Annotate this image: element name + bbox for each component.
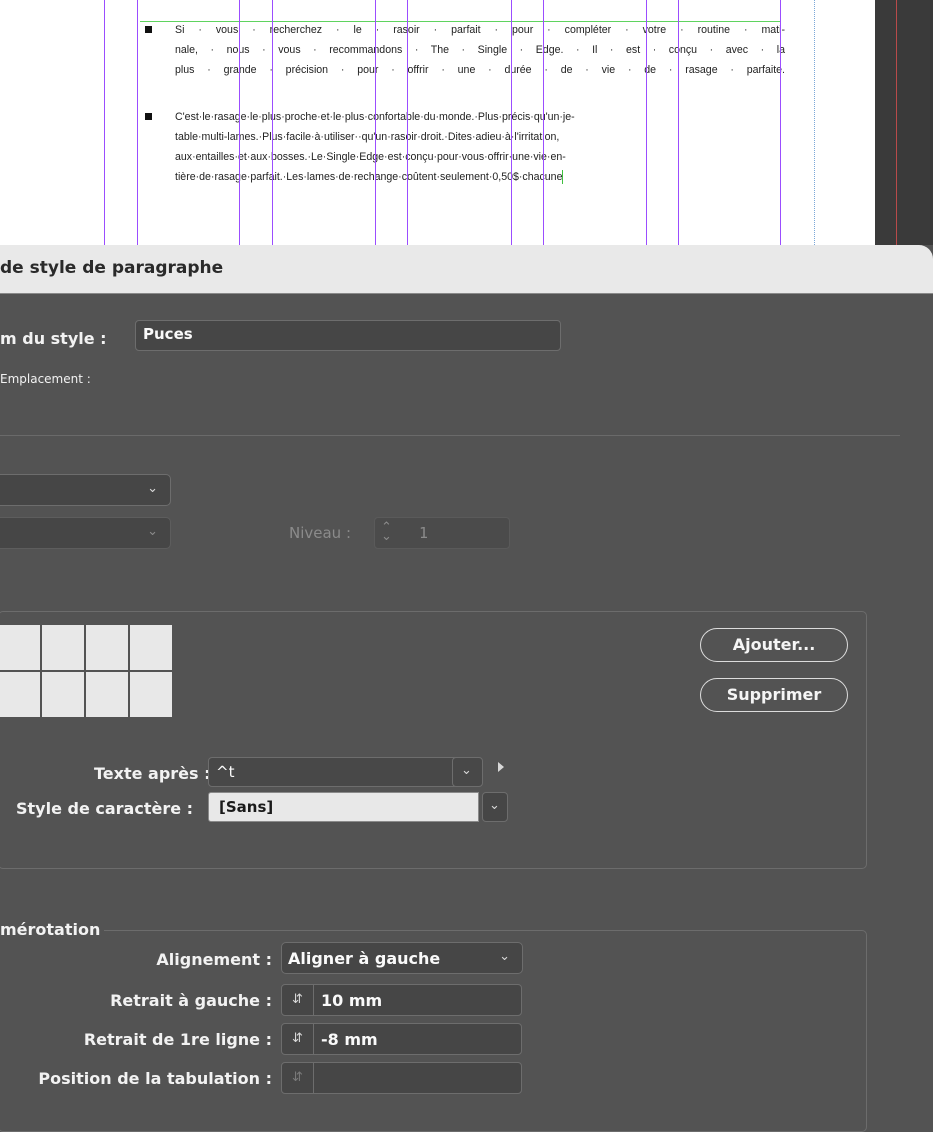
alignment-select[interactable]: Aligner à gauche ⌄ bbox=[281, 942, 523, 974]
bullet-paragraph[interactable]: Si · vous · recherchez · le · rasoir · p… bbox=[140, 20, 785, 80]
first-line-indent-label: Retrait de 1re ligne : bbox=[83, 1030, 272, 1049]
style-name-input[interactable]: Puces bbox=[135, 320, 561, 351]
chevron-down-icon: ⌄ bbox=[489, 798, 500, 813]
column-guide bbox=[780, 0, 781, 245]
text-line: aux·entailles·et·aux·bosses.·Le·Single·E… bbox=[175, 151, 566, 163]
level-stepper: ⌃ ⌄ 1 bbox=[374, 517, 510, 549]
document-page[interactable]: Si · vous · recherchez · le · rasoir · p… bbox=[0, 0, 875, 260]
first-line-indent-input[interactable]: ⇵ -8 mm bbox=[281, 1023, 522, 1055]
page-edge-guide bbox=[814, 0, 815, 245]
left-indent-label: Retrait à gauche : bbox=[110, 991, 272, 1010]
level-label: Niveau : bbox=[289, 524, 352, 542]
bleed-guide bbox=[896, 0, 897, 260]
text-line: Si · vous · recherchez · le · rasoir · p… bbox=[175, 24, 785, 36]
level-value: 1 bbox=[419, 524, 429, 542]
column-guide bbox=[104, 0, 105, 245]
column-guide bbox=[137, 0, 138, 245]
bullet-glyph bbox=[145, 113, 152, 120]
text-after-label: Texte après : bbox=[94, 764, 211, 783]
left-indent-value: 10 mm bbox=[321, 991, 383, 1010]
column-guide bbox=[511, 0, 512, 245]
document-canvas[interactable]: Si · vous · recherchez · le · rasoir · p… bbox=[0, 0, 933, 260]
special-characters-arrow-icon[interactable] bbox=[498, 762, 504, 772]
bullet-glyph-grid[interactable] bbox=[0, 625, 172, 717]
text-line: C'est·le·rasage·le·plus·proche·et·le·plu… bbox=[175, 107, 785, 127]
glyph-cell[interactable] bbox=[0, 672, 40, 717]
bullet-paragraph[interactable]: C'est·le·rasage·le·plus·proche·et·le·plu… bbox=[140, 107, 785, 187]
glyph-cell[interactable] bbox=[86, 672, 128, 717]
text-line: tière·de·rasage·parfait.·Les·lames·de·re… bbox=[175, 167, 785, 187]
column-guide bbox=[239, 0, 240, 245]
text-line: table·multi-lames.·Plus·facile·à·utilise… bbox=[175, 131, 560, 143]
character-style-select[interactable]: [Sans] ⌄ bbox=[208, 792, 508, 822]
stepper-icon[interactable]: ⇵ bbox=[282, 985, 314, 1015]
text-after-value: ^t bbox=[216, 763, 235, 781]
column-guide bbox=[407, 0, 408, 245]
stepper-icon: ⇵ bbox=[282, 1063, 314, 1093]
alignment-label: Alignement : bbox=[156, 950, 272, 969]
alignment-value: Aligner à gauche bbox=[288, 949, 441, 968]
list-select: ⌄ bbox=[0, 517, 171, 549]
glyph-cell[interactable] bbox=[42, 625, 84, 670]
glyph-cell[interactable] bbox=[86, 625, 128, 670]
dialog-titlebar[interactable]: de style de paragraphe bbox=[0, 245, 933, 294]
glyph-cell[interactable] bbox=[130, 672, 172, 717]
text-line: plus · grande · précision · pour · offri… bbox=[175, 64, 785, 76]
text-line-content: tière·de·rasage·parfait.·Les·lames·de·re… bbox=[175, 171, 563, 183]
column-guide bbox=[375, 0, 376, 245]
glyph-cell[interactable] bbox=[0, 625, 40, 670]
chevron-down-icon: ⌄ bbox=[147, 524, 158, 539]
pasteboard bbox=[875, 0, 933, 260]
character-style-value-box[interactable]: [Sans] bbox=[208, 792, 479, 822]
column-guide bbox=[678, 0, 679, 245]
chevron-down-icon: ⌄ bbox=[461, 763, 472, 778]
text-cursor bbox=[562, 170, 564, 185]
style-name-value: Puces bbox=[143, 325, 193, 343]
style-name-label: m du style : bbox=[0, 329, 107, 348]
text-line: nale, · nous · vous · recommandons · The… bbox=[175, 44, 785, 56]
column-guide bbox=[646, 0, 647, 245]
divider bbox=[0, 435, 900, 436]
add-button[interactable]: Ajouter... bbox=[700, 628, 848, 662]
column-guide bbox=[543, 0, 544, 245]
numbering-group-label: mérotation bbox=[0, 920, 105, 939]
glyph-cell[interactable] bbox=[42, 672, 84, 717]
chevron-down-icon: ⌄ bbox=[499, 949, 510, 964]
stepper-icon: ⌃ ⌄ bbox=[381, 520, 392, 544]
left-indent-input[interactable]: ⇵ 10 mm bbox=[281, 984, 522, 1016]
tab-position-label: Position de la tabulation : bbox=[38, 1069, 272, 1088]
first-line-indent-value: -8 mm bbox=[321, 1030, 378, 1049]
bullet-glyph bbox=[145, 26, 152, 33]
location-label: Emplacement : bbox=[0, 372, 91, 386]
text-after-dropdown[interactable]: ⌄ bbox=[452, 757, 483, 787]
stepper-icon[interactable]: ⇵ bbox=[282, 1024, 314, 1054]
column-guide bbox=[272, 0, 273, 245]
character-style-value: [Sans] bbox=[219, 798, 274, 816]
glyph-cell[interactable] bbox=[130, 625, 172, 670]
dialog-title: de style de paragraphe bbox=[0, 258, 224, 278]
text-after-input[interactable]: ^t bbox=[208, 757, 458, 787]
chevron-down-icon: ⌄ bbox=[147, 481, 158, 496]
tab-position-input: ⇵ bbox=[281, 1062, 522, 1094]
delete-button[interactable]: Supprimer bbox=[700, 678, 848, 712]
paragraph-style-dialog: de style de paragraphe m du style : Puce… bbox=[0, 245, 933, 1132]
list-type-select[interactable]: ⌄ bbox=[0, 474, 171, 506]
character-style-dropdown-button[interactable]: ⌄ bbox=[482, 792, 508, 822]
character-style-label: Style de caractère : bbox=[16, 799, 194, 818]
